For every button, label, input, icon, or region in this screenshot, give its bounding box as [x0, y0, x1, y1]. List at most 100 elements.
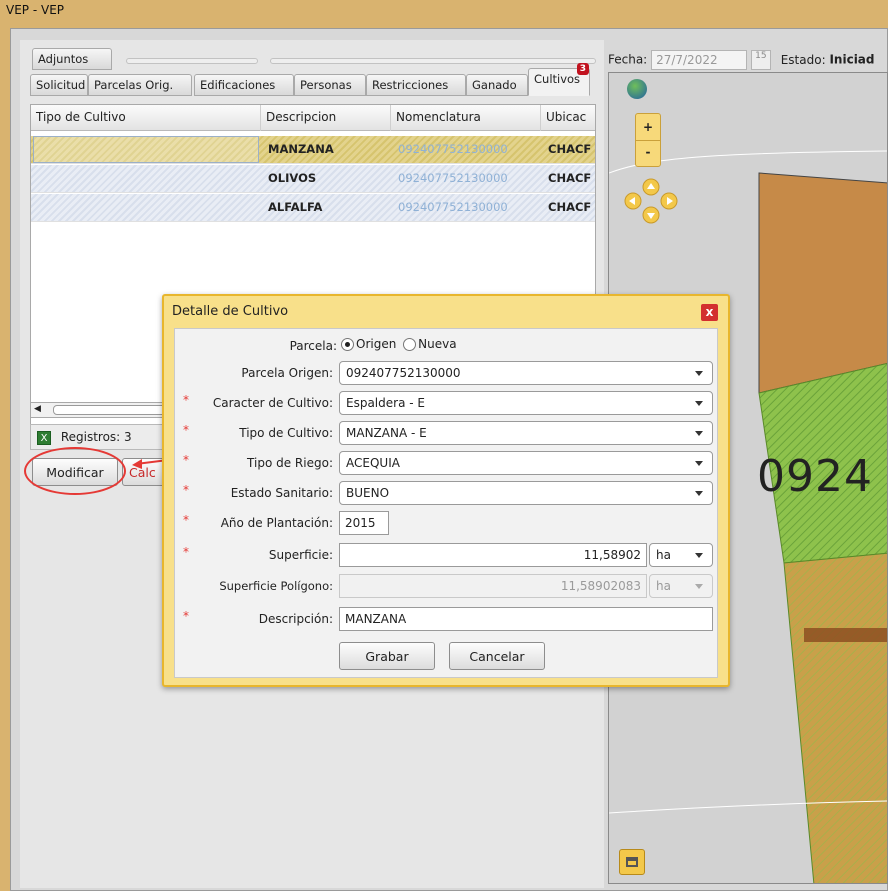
- tab-edificaciones[interactable]: Edificaciones: [194, 74, 294, 96]
- tab-label: Personas: [300, 78, 352, 92]
- tab-label: Adjuntos: [38, 52, 89, 66]
- tab-label: Restricciones: [372, 78, 449, 92]
- cell-ubicacion: CHACF: [548, 142, 592, 156]
- tab-parcelas-orig[interactable]: Parcelas Orig.: [88, 74, 192, 96]
- column-header[interactable]: Ubicac: [541, 105, 595, 131]
- estado-sanitario-select[interactable]: BUENO: [339, 481, 713, 505]
- table-row[interactable]: MANZANA 092407752130000 CHACF: [31, 136, 595, 164]
- registros-count: Registros: 3: [60, 430, 132, 444]
- dialog-title: Detalle de Cultivo: [172, 304, 289, 319]
- select-value: ha: [656, 548, 671, 562]
- cell-ubicacion: CHACF: [548, 171, 592, 185]
- column-header[interactable]: Descripcion: [261, 105, 391, 131]
- chevron-down-icon: [695, 553, 703, 558]
- tipo-cultivo-label: Tipo de Cultivo:: [239, 426, 333, 440]
- fecha-field: Fecha: 27/7/2022 15 Estado: Iniciad: [608, 50, 875, 70]
- chevron-down-icon: [695, 371, 703, 376]
- zoom-out-button[interactable]: -: [636, 140, 660, 166]
- tab-ganado[interactable]: Ganado: [466, 74, 528, 96]
- tab-placeholder: [126, 58, 258, 64]
- anio-plantacion-input[interactable]: 2015: [339, 511, 389, 535]
- superficie-unit-select[interactable]: ha: [649, 543, 713, 567]
- tipo-riego-label: Tipo de Riego:: [247, 456, 333, 470]
- scroll-left-icon[interactable]: ◀: [34, 404, 41, 414]
- tipo-riego-select[interactable]: ACEQUIA: [339, 451, 713, 475]
- sup-poligono-unit-select: ha: [649, 574, 713, 598]
- grid-header: Tipo de Cultivo Descripcion Nomenclatura…: [31, 105, 595, 131]
- horizontal-scrollbar[interactable]: ◀: [30, 402, 180, 418]
- select-value: MANZANA - E: [346, 426, 427, 440]
- radio-label: Nueva: [418, 337, 457, 351]
- pan-control-icon[interactable]: [623, 177, 679, 225]
- superficie-label: Superficie:: [268, 548, 333, 562]
- tab-solicitud[interactable]: Solicitud: [30, 74, 88, 96]
- tab-label: Solicitud: [36, 78, 86, 92]
- chevron-down-icon: [695, 461, 703, 466]
- anio-plantacion-label: Año de Plantación:: [220, 516, 333, 530]
- tab-adjuntos[interactable]: Adjuntos: [32, 48, 112, 70]
- sup-poligono-label: Superficie Polígono:: [219, 579, 333, 593]
- zoom-control: + -: [635, 113, 661, 167]
- estado-value: Iniciad: [829, 52, 875, 67]
- cell-descripcion: ALFALFA: [268, 200, 323, 214]
- cell-tipo: [33, 165, 259, 192]
- tab-restricciones[interactable]: Restricciones: [366, 74, 466, 96]
- select-value: ha: [656, 579, 671, 593]
- cell-tipo: [33, 194, 259, 221]
- count-badge: 3: [576, 63, 589, 75]
- fecha-input[interactable]: 27/7/2022: [651, 50, 748, 70]
- table-row[interactable]: ALFALFA 092407752130000 CHACF: [31, 194, 595, 222]
- column-header[interactable]: Tipo de Cultivo: [31, 105, 261, 131]
- globe-icon[interactable]: [627, 79, 647, 99]
- cell-nomenclatura: 092407752130000: [398, 171, 508, 185]
- cancelar-button[interactable]: Cancelar: [449, 642, 545, 670]
- detalle-cultivo-dialog: Detalle de Cultivo x Parcela: Origen Nue…: [162, 294, 730, 687]
- estado-label: Estado:: [780, 52, 826, 67]
- superficie-input[interactable]: 11,58902: [339, 543, 647, 567]
- radio-label: Origen: [356, 337, 397, 351]
- dialog-body: Parcela: Origen Nueva Parcela Origen: 09…: [174, 328, 718, 678]
- parcela-origen-label: Parcela Origen:: [241, 366, 333, 380]
- highlight-oval: [24, 447, 126, 495]
- cell-ubicacion: CHACF: [548, 200, 592, 214]
- parcela-origen-select[interactable]: 092407752130000: [339, 361, 713, 385]
- close-icon[interactable]: x: [701, 304, 718, 321]
- layers-toggle-icon[interactable]: [619, 849, 645, 875]
- cell-nomenclatura: 092407752130000: [398, 142, 508, 156]
- descripcion-label: Descripción:: [258, 612, 333, 626]
- column-header[interactable]: Nomenclatura: [391, 105, 541, 131]
- parcel-number-label: 0924: [757, 451, 873, 502]
- sup-poligono-input: 11,58902083: [339, 574, 647, 598]
- grabar-button[interactable]: Grabar: [339, 642, 435, 670]
- caracter-select[interactable]: Espaldera - E: [339, 391, 713, 415]
- tab-personas[interactable]: Personas: [294, 74, 366, 96]
- caracter-label: Caracter de Cultivo:: [212, 396, 333, 410]
- radio-nueva[interactable]: [403, 338, 417, 351]
- zoom-in-button[interactable]: +: [636, 114, 660, 140]
- cell-tipo: [33, 136, 259, 163]
- excel-export-icon[interactable]: X: [37, 430, 51, 445]
- cell-nomenclatura: 092407752130000: [398, 200, 508, 214]
- select-value: 092407752130000: [346, 366, 461, 380]
- select-value: BUENO: [346, 486, 390, 500]
- parcela-radio-group: Origen Nueva: [341, 337, 457, 351]
- tipo-cultivo-select[interactable]: MANZANA - E: [339, 421, 713, 445]
- tab-placeholder: [270, 58, 596, 64]
- calendar-icon[interactable]: 15: [750, 50, 771, 70]
- table-row[interactable]: OLIVOS 092407752130000 CHACF: [31, 165, 595, 193]
- estado-sanitario-label: Estado Sanitario:: [230, 486, 333, 500]
- radio-origen[interactable]: [341, 338, 354, 351]
- tab-cultivos[interactable]: Cultivos 3: [528, 63, 590, 96]
- tab-label: Parcelas Orig.: [94, 78, 174, 92]
- tab-label: Edificaciones: [200, 78, 276, 92]
- cell-descripcion: OLIVOS: [268, 171, 317, 185]
- tab-label: Cultivos: [534, 72, 581, 86]
- parcela-label: Parcela:: [289, 339, 337, 353]
- descripcion-input[interactable]: MANZANA: [339, 607, 713, 631]
- scroll-thumb[interactable]: [53, 405, 173, 415]
- chevron-down-icon: [695, 401, 703, 406]
- tab-label: Ganado: [472, 78, 517, 92]
- select-value: ACEQUIA: [346, 456, 400, 470]
- select-value: Espaldera - E: [346, 396, 425, 410]
- cell-descripcion: MANZANA: [268, 142, 334, 156]
